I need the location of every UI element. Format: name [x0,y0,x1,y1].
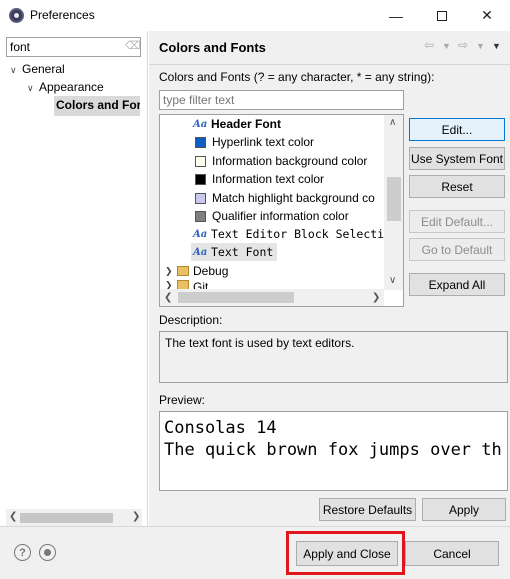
maximize-button[interactable] [419,0,465,31]
color-swatch-icon [195,155,206,167]
color-swatch-icon [195,136,206,148]
use-system-font-button[interactable]: Use System Font [409,147,505,170]
scroll-right-icon[interactable]: ❯ [132,511,140,522]
cancel-button[interactable]: Cancel [405,541,499,566]
scroll-left-icon[interactable]: ❮ [9,511,17,522]
expand-all-button[interactable]: Expand All [409,273,505,296]
list-item[interactable]: Hyperlink text color [195,133,314,151]
minimize-icon: — [389,7,403,24]
list-item[interactable]: Information text color [195,170,324,188]
description-label: Description: [159,313,223,327]
forward-menu-icon[interactable]: ▼ [476,41,485,51]
list-item-category[interactable]: ❯ Debug [165,262,228,280]
folder-icon [177,266,189,276]
list-item[interactable]: Aa Header Font [193,115,281,133]
clear-filter-icon[interactable]: ⌫ [125,39,141,53]
chevron-down-icon[interactable]: ∨ [27,83,39,94]
minimize-button[interactable]: — [373,0,419,31]
maximize-icon [437,10,447,21]
reset-button[interactable]: Reset [409,175,505,198]
font-icon: Aa [193,246,208,258]
tree-node-label: General [22,62,65,76]
close-icon: ✕ [481,7,493,23]
list-item[interactable]: Aa Text Editor Block Selection [193,225,398,243]
color-swatch-icon [195,192,206,204]
preference-filter-input[interactable] [6,37,141,57]
scroll-left-icon[interactable]: ❮ [164,292,172,303]
list-item[interactable]: Qualifier information color [195,207,349,225]
color-swatch-icon [195,173,206,185]
preview-line: The quick brown fox jumps over th [164,440,502,460]
forward-icon[interactable]: ⇨ [458,38,468,52]
preview-line: Consolas 14 [164,418,277,438]
list-item-selected[interactable]: Aa Text Font [191,243,278,261]
restore-defaults-button[interactable]: Restore Defaults [319,498,416,521]
view-menu-icon[interactable]: ▼ [492,41,501,51]
description-text: The text font is used by text editors. [159,331,508,383]
back-icon[interactable]: ⇦ [424,38,434,52]
color-swatch-icon [195,210,206,222]
apply-button[interactable]: Apply [422,498,506,521]
chevron-down-icon[interactable]: ∨ [10,65,22,76]
edit-default-button[interactable]: Edit Default... [409,210,505,233]
tree-node-general[interactable]: ∨ General [10,62,65,76]
help-icon[interactable]: ? [14,544,31,561]
eclipse-app-icon [9,8,24,23]
list-hscroll-thumb[interactable] [178,292,294,303]
font-icon: Aa [193,118,208,130]
back-menu-icon[interactable]: ▼ [442,41,451,51]
page-title: Colors and Fonts [159,40,266,55]
import-export-icon[interactable] [39,544,56,561]
highlight-annotation [286,531,405,575]
preview-label: Preview: [159,393,206,407]
font-preview: Consolas 14 The quick brown fox jumps ov… [159,411,508,491]
scroll-up-icon[interactable]: ∧ [389,117,396,128]
list-item[interactable]: Match highlight background co [195,189,375,207]
colors-filter-input[interactable] [159,90,404,110]
close-button[interactable]: ✕ [464,0,510,31]
chevron-right-icon[interactable]: ❯ [165,266,177,277]
color-font-list[interactable]: Aa Header Font Hyperlink text color Infor… [159,114,404,307]
tree-node-colors-and-fonts[interactable]: Colors and For [54,96,140,116]
go-to-default-button[interactable]: Go to Default [409,238,505,261]
font-icon: Aa [193,228,208,240]
tree-node-appearance[interactable]: ∨ Appearance [27,80,104,94]
scroll-right-icon[interactable]: ❯ [372,292,380,303]
list-item[interactable]: Information background color [195,152,367,170]
tree-node-label: Colors and For [56,98,140,112]
tree-scroll-thumb[interactable] [20,513,113,523]
window-title: Preferences [30,8,95,22]
tree-node-label: Appearance [39,80,104,94]
list-vscroll-thumb[interactable] [387,177,401,221]
edit-button[interactable]: Edit... [409,118,505,141]
filter-hint: Colors and Fonts (? = any character, * =… [159,70,435,84]
scroll-down-icon[interactable]: ∨ [389,275,396,286]
